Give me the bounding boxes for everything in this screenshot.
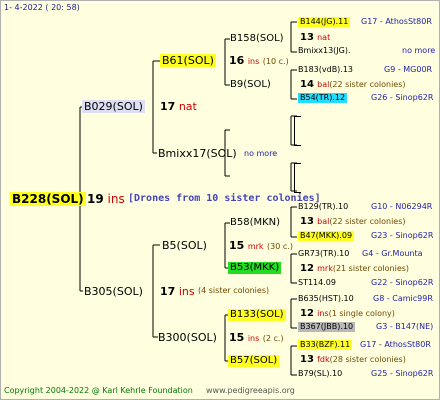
g2-queen-b61[interactable]: B61(SOL) (160, 54, 216, 67)
g1-queen-b305[interactable]: B305(SOL) (82, 285, 145, 298)
g4-b133-info: 12 ins(1 single colony) (300, 309, 395, 319)
root-drones-note: [Drones from 10 sister colonies] (128, 193, 321, 204)
g1-b029-year: 17 (160, 100, 176, 113)
g4-b133-mating: ins (317, 309, 329, 318)
g4-b53-mating: mrk (317, 264, 333, 273)
g2-queen-b300[interactable]: B300(SOL) (156, 331, 219, 344)
g4-b47-code: G23 - Sinop62R (371, 231, 434, 240)
g4-b367-code: G3 - B147(NE) (376, 322, 434, 331)
empty-bracket-lower (294, 163, 301, 193)
g3-queen-b53[interactable]: B53(MKK) (228, 262, 282, 274)
g4-b58-info: 13 bal(22 sister colonies) (300, 217, 406, 227)
g4-queen-b144[interactable]: B144(JG).11 (298, 17, 351, 27)
g4-gr73-code: G4 - Gr.Mounta (362, 249, 423, 258)
g4-b57-note: (28 sister colonies) (329, 355, 406, 364)
g4-queen-b367[interactable]: B367(JBB).10 (298, 322, 356, 332)
g4-b133-note: (1 single colony) (328, 309, 395, 318)
g4-queen-gr73[interactable]: GR73(TR).10 (298, 250, 349, 258)
g4-queen-b47[interactable]: B47(MKK).09 (298, 231, 355, 241)
g1-b029-info: 17 nat (160, 101, 197, 112)
g2-b5-year: 15 (229, 239, 245, 252)
g2-b61-note: (10 c.) (262, 57, 289, 66)
g3-queen-b57[interactable]: B57(SOL) (228, 355, 280, 367)
g4-b57-mating: fdk (317, 355, 330, 364)
g3-queen-b133[interactable]: B133(SOL) (228, 309, 286, 321)
g4-queen-bmixx13[interactable]: Bmixx13(JG). (298, 47, 351, 55)
g4-b9-note: (22 sister colonies) (329, 80, 406, 89)
g4-b53-year: 12 (300, 263, 314, 274)
g2-b61-info: 16 ins (10 c.) (229, 55, 289, 66)
g4-b33-code: G17 - AthosSt80R (360, 340, 431, 349)
g1-queen-b029[interactable]: B029(SOL) (82, 100, 145, 113)
g4-b183-code: G9 - MG00R (384, 65, 433, 74)
g4-b158-year: 13 (300, 32, 314, 43)
header-date: 1- 4-2022 ( 20: 58) (4, 3, 80, 12)
g2-bmixx17-note: no more (244, 149, 278, 158)
g2-b300-year: 15 (229, 331, 245, 344)
g4-b158-info: 13 nat (300, 33, 330, 43)
g4-b133-year: 12 (300, 308, 314, 319)
footer-website-link[interactable]: www.pedigreeapis.org (206, 387, 295, 395)
g4-queen-b33[interactable]: B33(BZF).11 (298, 340, 353, 350)
g2-queen-bmixx17[interactable]: Bmixx17(SOL) (156, 147, 239, 160)
root-summary: 19 ins (87, 193, 125, 205)
g4-b144-code: G17 - AthosSt80R (361, 17, 432, 26)
g4-bmixx13-note: no more (402, 46, 436, 55)
g2-b61-year: 16 (229, 54, 245, 67)
g2-b5-note: (30 c.) (267, 242, 293, 251)
g4-b58-mating: bal (317, 217, 330, 226)
g4-queen-b183[interactable]: B183(vdB).13 (298, 66, 353, 74)
g2-b300-mating: ins (247, 334, 260, 343)
g4-queen-b79[interactable]: B79(SL).10 (298, 370, 342, 378)
g4-st114-code: G22 - Sinop62R (371, 278, 434, 287)
g1-b305-year: 17 (160, 285, 176, 298)
footer-copyright: Copyright 2004-2022 @ Karl Kehrle Founda… (4, 386, 193, 395)
g3-queen-b9[interactable]: B9(SOL) (228, 79, 273, 91)
g4-queen-b635[interactable]: B635(HST).10 (298, 295, 354, 303)
g4-b57-year: 13 (300, 354, 314, 365)
g2-b61-mating: ins (247, 57, 260, 66)
root-year: 19 (87, 192, 104, 206)
empty-bracket-upper (294, 116, 301, 146)
g1-b029-mating: nat (178, 100, 197, 113)
g4-b9-info: 14 bal(22 sister colonies) (300, 80, 406, 90)
g2-b5-mating: mrk (247, 242, 264, 251)
g4-b53-note: (21 sister colonies) (332, 264, 410, 273)
g4-b58-year: 13 (300, 216, 314, 227)
g3-queen-b58[interactable]: B58(MKN) (228, 217, 282, 229)
g3-queen-b158[interactable]: B158(SOL) (228, 33, 286, 45)
root-queen-name[interactable]: B228(SOL) (10, 192, 86, 206)
g4-queen-b129[interactable]: B129(TR).10 (298, 203, 348, 211)
g4-b9-year: 14 (300, 79, 314, 90)
g4-b57-info: 13 fdk(28 sister colonies) (300, 355, 406, 365)
g1-b305-note: (4 sister colonies) (198, 286, 270, 295)
g2-b300-info: 15 ins (2 c.) (229, 332, 284, 343)
root-insemination: ins (107, 192, 125, 206)
g4-b53-info: 12 mrk(21 sister colonies) (300, 264, 409, 274)
g4-queen-st114[interactable]: ST114.09 (298, 279, 336, 287)
g4-b129-code: G10 - N06294R (371, 202, 433, 211)
g4-queen-b54[interactable]: B54(TR).12 (298, 93, 348, 103)
g2-queen-b5[interactable]: B5(SOL) (160, 239, 209, 252)
g4-b58-note: (22 sister colonies) (329, 217, 406, 226)
g4-b635-code: G8 - Camic99R (373, 294, 433, 303)
g1-b305-mating: ins (178, 285, 195, 298)
g1-b305-info: 17 ins (160, 286, 195, 297)
g2-b300-note: (2 c.) (262, 334, 284, 343)
g2-b5-info: 15 mrk (30 c.) (229, 240, 293, 251)
g4-b9-mating: bal (317, 80, 330, 89)
g4-b158-mating: nat (317, 33, 331, 42)
g4-b54-code: G26 - Sinop62R (371, 93, 434, 102)
g4-b79-code: G25 - Sinop62R (371, 369, 434, 378)
